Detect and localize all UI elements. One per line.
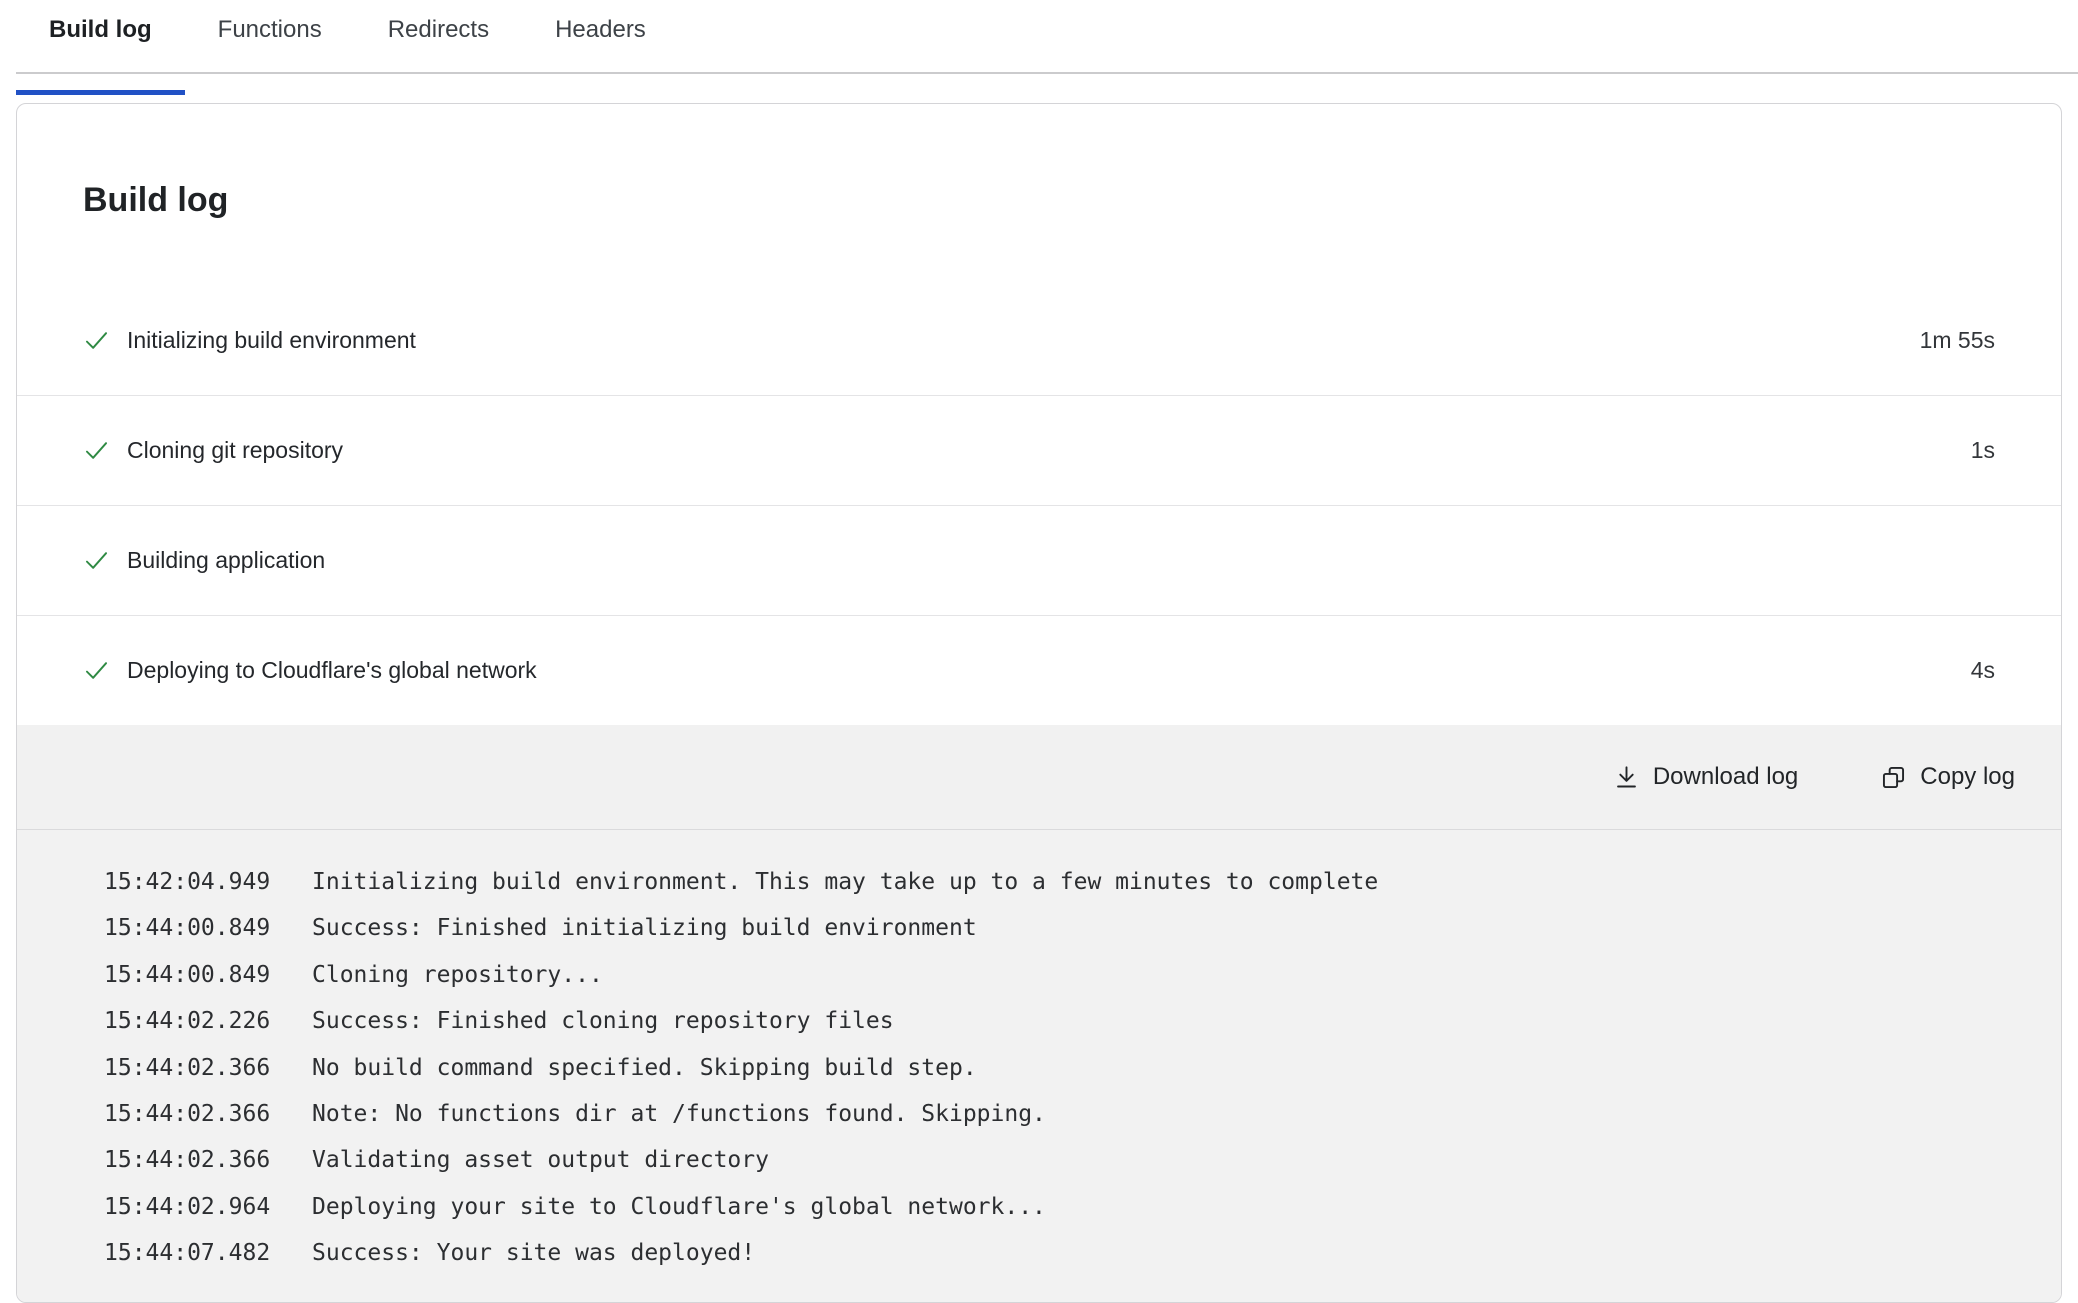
- stage-duration: 1s: [1971, 437, 1995, 464]
- stage-label: Initializing build environment: [127, 327, 1920, 354]
- tab-headers[interactable]: Headers: [522, 0, 679, 72]
- stage-list: Initializing build environment 1m 55s Cl…: [17, 285, 2061, 725]
- log-timestamp: 15:44:02.226: [104, 998, 312, 1044]
- download-log-button[interactable]: Download log: [1603, 755, 1808, 799]
- log-message: Validating asset output directory: [312, 1137, 2021, 1183]
- log-line: 15:44:02.366 No build command specified.…: [104, 1045, 2021, 1091]
- download-icon: [1613, 764, 1640, 791]
- log-line: 15:44:02.226 Success: Finished cloning r…: [104, 998, 2021, 1044]
- check-icon: [83, 437, 110, 464]
- log-message: Initializing build environment. This may…: [312, 859, 2021, 905]
- log-line: 15:44:02.964 Deploying your site to Clou…: [104, 1184, 2021, 1230]
- stage-duration: 1m 55s: [1920, 327, 1995, 354]
- tab-build-log[interactable]: Build log: [16, 0, 185, 72]
- log-timestamp: 15:44:07.482: [104, 1230, 312, 1276]
- log-line: 15:44:00.849 Cloning repository...: [104, 952, 2021, 998]
- stage-duration: 4s: [1971, 657, 1995, 684]
- log-timestamp: 15:44:02.366: [104, 1091, 312, 1137]
- log-timestamp: 15:42:04.949: [104, 859, 312, 905]
- tab-functions[interactable]: Functions: [185, 0, 355, 72]
- log-toolbar: Download log Copy log: [17, 725, 2061, 830]
- log-timestamp: 15:44:00.849: [104, 905, 312, 951]
- build-log-card: Build log Initializing build environment…: [16, 103, 2062, 1303]
- log-message: No build command specified. Skipping bui…: [312, 1045, 2021, 1091]
- tab-bar: Build log Functions Redirects Headers: [16, 0, 2078, 74]
- log-timestamp: 15:44:02.964: [104, 1184, 312, 1230]
- log-message: Success: Finished cloning repository fil…: [312, 998, 2021, 1044]
- stage-row-initializing[interactable]: Initializing build environment 1m 55s: [17, 285, 2061, 395]
- log-output[interactable]: 15:42:04.949 Initializing build environm…: [17, 830, 2061, 1303]
- page-title: Build log: [17, 104, 2061, 220]
- copy-icon: [1880, 764, 1907, 791]
- check-icon: [83, 547, 110, 574]
- copy-log-button[interactable]: Copy log: [1870, 755, 2025, 799]
- log-timestamp: 15:44:02.366: [104, 1045, 312, 1091]
- stage-label: Cloning git repository: [127, 437, 1971, 464]
- stage-row-building[interactable]: Building application: [17, 505, 2061, 615]
- log-line: 15:44:02.366 Note: No functions dir at /…: [104, 1091, 2021, 1137]
- tab-redirects[interactable]: Redirects: [355, 0, 522, 72]
- log-line: 15:44:07.482 Success: Your site was depl…: [104, 1230, 2021, 1276]
- log-message: Deploying your site to Cloudflare's glob…: [312, 1184, 2021, 1230]
- log-timestamp: 15:44:00.849: [104, 952, 312, 998]
- log-message: Success: Finished initializing build env…: [312, 905, 2021, 951]
- copy-log-label: Copy log: [1920, 763, 2015, 791]
- check-icon: [83, 657, 110, 684]
- log-timestamp: 15:44:02.366: [104, 1137, 312, 1183]
- log-message: Cloning repository...: [312, 952, 2021, 998]
- log-line: 15:42:04.949 Initializing build environm…: [104, 859, 2021, 905]
- stage-label: Building application: [127, 547, 1995, 574]
- log-message: Note: No functions dir at /functions fou…: [312, 1091, 2021, 1137]
- stage-label: Deploying to Cloudflare's global network: [127, 657, 1971, 684]
- check-icon: [83, 327, 110, 354]
- stage-row-cloning[interactable]: Cloning git repository 1s: [17, 395, 2061, 505]
- stage-row-deploying[interactable]: Deploying to Cloudflare's global network…: [17, 615, 2061, 725]
- log-message: Success: Your site was deployed!: [312, 1230, 2021, 1276]
- download-log-label: Download log: [1653, 763, 1798, 791]
- log-line: 15:44:00.849 Success: Finished initializ…: [104, 905, 2021, 951]
- log-line: 15:44:02.366 Validating asset output dir…: [104, 1137, 2021, 1183]
